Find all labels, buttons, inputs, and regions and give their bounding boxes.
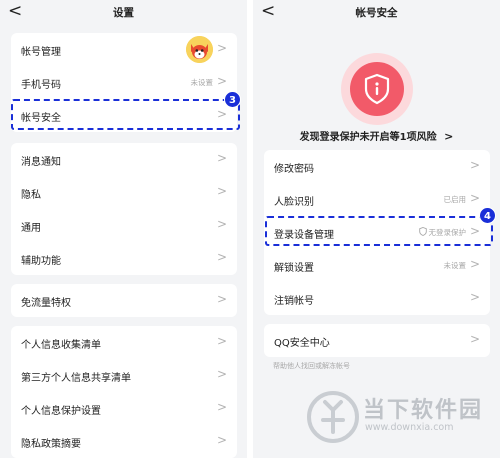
info-protection-row[interactable]: 个人信息保护设置 > xyxy=(11,392,237,425)
chevron-right-icon: > xyxy=(216,400,227,414)
row-label: 免流量特权 xyxy=(21,298,71,309)
watermark-url: www.downxia.com xyxy=(365,422,454,433)
step-badge-4: 4 xyxy=(479,207,496,224)
security-header: < 帐号安全 xyxy=(253,0,500,26)
privacy-row[interactable]: 隐私 > xyxy=(11,176,237,209)
watermark: 当下软件园 www.downxia.com xyxy=(305,386,495,452)
row-label: QQ安全中心 xyxy=(274,338,330,349)
avatar xyxy=(186,36,213,63)
highlight-login-device-management xyxy=(265,216,493,246)
row-label: 隐私政策摘要 xyxy=(21,439,81,450)
info-collection-row[interactable]: 个人信息收集清单 > xyxy=(11,326,237,359)
risk-text: 发现登录保护未开启等1项风险 xyxy=(299,132,437,143)
chevron-right-icon: > xyxy=(216,184,227,198)
settings-header: < 设置 xyxy=(0,0,247,26)
watermark-logo-icon xyxy=(307,391,359,443)
privacy-policy-row[interactable]: 隐私政策摘要 > xyxy=(11,425,237,458)
row-label: 手机号码 xyxy=(21,80,61,91)
row-label: 通用 xyxy=(21,223,41,234)
row-label: 个人信息保护设置 xyxy=(21,406,101,417)
avatar-fox-icon xyxy=(186,36,213,63)
chevron-right-icon: > xyxy=(469,332,480,346)
qq-security-group: QQ安全中心 > xyxy=(264,324,490,357)
chevron-right-icon: > xyxy=(216,250,227,264)
unlock-settings-row[interactable]: 解锁设置 未设置 > xyxy=(264,249,490,282)
page-title: 帐号安全 xyxy=(355,7,398,19)
chevron-right-icon: > xyxy=(216,292,227,306)
data-free-row[interactable]: 免流量特权 > xyxy=(11,284,237,317)
chevron-right-icon: > xyxy=(216,41,227,55)
chevron-right-icon: > xyxy=(469,191,480,205)
row-label: 辅助功能 xyxy=(21,256,61,267)
watermark-text: 当下软件园 xyxy=(363,398,484,423)
row-label: 人脸识别 xyxy=(274,197,314,208)
qq-security-center-row[interactable]: QQ安全中心 > xyxy=(264,324,490,357)
deregister-account-row[interactable]: 注销帐号 > xyxy=(264,282,490,315)
row-status: 已启用 xyxy=(443,195,467,204)
chevron-right-icon: > xyxy=(469,158,480,172)
face-recognition-row[interactable]: 人脸识别 已启用 > xyxy=(264,183,490,216)
accessibility-row[interactable]: 辅助功能 > xyxy=(11,242,237,275)
chevron-right-icon: > xyxy=(469,290,480,304)
change-password-row[interactable]: 修改密码 > xyxy=(264,150,490,183)
account-management-row[interactable]: 帐号管理 > xyxy=(11,33,237,66)
data-free-group: 免流量特权 > xyxy=(11,284,237,317)
row-label: 个人信息收集清单 xyxy=(21,340,101,351)
row-label: 隐私 xyxy=(21,190,41,201)
highlight-account-security xyxy=(11,99,240,130)
row-status: 未设置 xyxy=(190,78,214,87)
chevron-right-icon: > xyxy=(216,334,227,348)
chevron-right-icon: > xyxy=(216,74,227,88)
general-row[interactable]: 通用 > xyxy=(11,209,237,242)
help-hint: 帮助他人找回或解冻帐号 xyxy=(273,362,350,370)
row-label: 第三方个人信息共享清单 xyxy=(21,373,131,384)
third-party-sharing-row[interactable]: 第三方个人信息共享清单 > xyxy=(11,359,237,392)
general-group: 消息通知 > 隐私 > 通用 > 辅助功能 > xyxy=(11,143,237,275)
chevron-right-icon: > xyxy=(216,151,227,165)
step-badge-3: 3 xyxy=(224,91,241,108)
risk-indicator xyxy=(341,53,413,125)
row-label: 修改密码 xyxy=(274,164,314,175)
row-label: 消息通知 xyxy=(21,157,61,168)
notifications-row[interactable]: 消息通知 > xyxy=(11,143,237,176)
chevron-right-icon: > xyxy=(216,217,227,231)
row-label: 帐号管理 xyxy=(21,47,61,58)
chevron-right-icon: > xyxy=(469,257,480,271)
chevron-right-icon: > xyxy=(216,433,227,447)
row-label: 注销帐号 xyxy=(274,296,314,307)
chevron-right-icon: > xyxy=(444,130,454,143)
page-title: 设置 xyxy=(113,7,134,19)
settings-screen: < 设置 帐号管理 > 手机号码 未设置 > 帐号安全 > 3 消息通知 > 隐… xyxy=(0,0,247,458)
shield-info-icon xyxy=(364,73,390,105)
personal-info-group: 个人信息收集清单 > 第三方个人信息共享清单 > 个人信息保护设置 > 隐私政策… xyxy=(11,326,237,458)
row-status: 未设置 xyxy=(443,261,467,270)
phone-number-row[interactable]: 手机号码 未设置 > xyxy=(11,66,237,99)
chevron-right-icon: > xyxy=(216,367,227,381)
row-label: 解锁设置 xyxy=(274,263,314,274)
risk-summary-link[interactable]: 发现登录保护未开启等1项风险 > xyxy=(253,128,500,143)
